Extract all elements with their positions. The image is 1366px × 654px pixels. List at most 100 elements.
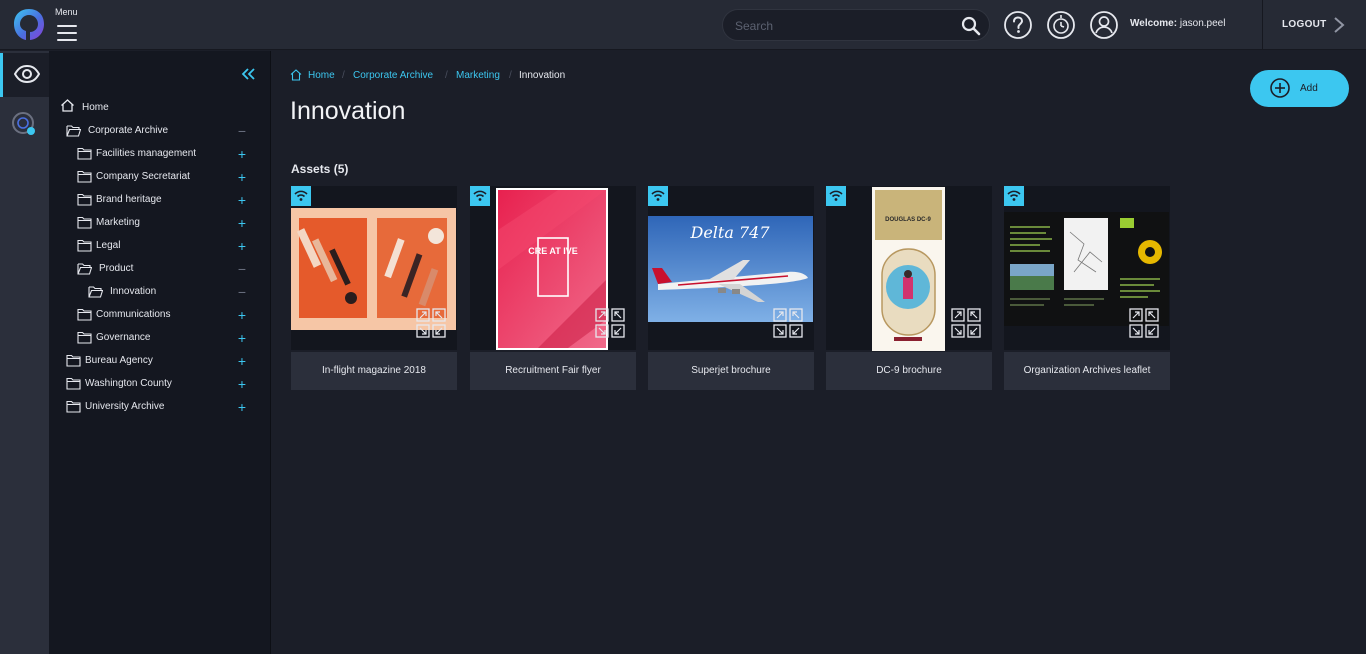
asset-title[interactable]: Superjet brochure — [648, 352, 814, 390]
expand-toggle[interactable]: + — [235, 147, 249, 161]
collapse-toggle[interactable]: − — [235, 124, 249, 138]
view-badge[interactable] — [648, 186, 668, 206]
add-button[interactable]: Add — [1250, 70, 1349, 107]
asset-title[interactable]: In-flight magazine 2018 — [291, 352, 457, 390]
tree-item-facilities-management[interactable]: Facilities management + — [49, 143, 271, 165]
asset-card[interactable]: Delta 747 Superjet brochure — [648, 186, 814, 390]
folder-open-icon — [77, 263, 92, 275]
icon-rail — [0, 51, 49, 654]
tree-item-bureau-agency[interactable]: Bureau Agency + — [49, 350, 271, 372]
tree-item-label: Legal — [96, 240, 121, 251]
breadcrumb-marketing[interactable]: Marketing — [456, 70, 500, 81]
asset-thumbnail[interactable]: DOUGLAS DC-9 — [872, 187, 945, 351]
tree-item-communications[interactable]: Communications + — [49, 304, 271, 326]
tree-item-label: Marketing — [96, 217, 140, 228]
logout-button[interactable]: LOGOUT — [1272, 0, 1362, 50]
wifi-icon — [651, 190, 665, 201]
breadcrumb-current: Innovation — [519, 70, 566, 81]
folder-open-icon — [66, 125, 81, 137]
expand-icon[interactable] — [416, 308, 446, 338]
asset-thumbnail-frame[interactable]: Delta 747 — [648, 186, 814, 350]
expand-toggle[interactable]: + — [235, 331, 249, 345]
add-label: Add — [1300, 83, 1318, 94]
search-icon[interactable] — [961, 16, 981, 36]
rail-item-browse[interactable] — [0, 53, 49, 97]
tree-item-label: Corporate Archive — [88, 125, 169, 136]
asset-card[interactable]: DOUGLAS DC-9 DC-9 brochure — [826, 186, 992, 390]
menu-button[interactable]: Menu — [55, 5, 95, 47]
folder-icon — [77, 331, 92, 344]
expand-toggle[interactable]: + — [235, 193, 249, 207]
tree-item-innovation[interactable]: Innovation − — [49, 281, 271, 303]
folder-icon — [66, 354, 81, 367]
tree-item-company-secretariat[interactable]: Company Secretariat + — [49, 166, 271, 188]
asset-card[interactable]: CRE AT IVE Recruitment Fair flyer — [470, 186, 636, 390]
app-logo-icon[interactable] — [12, 7, 46, 43]
asset-title[interactable]: DC-9 brochure — [826, 352, 992, 390]
collapse-toggle[interactable]: − — [235, 285, 249, 299]
expand-toggle[interactable]: + — [235, 400, 249, 414]
help-icon[interactable] — [1003, 10, 1033, 40]
view-badge[interactable] — [826, 186, 846, 206]
home-icon[interactable] — [290, 69, 302, 81]
wifi-icon — [294, 190, 308, 201]
folder-icon — [77, 239, 92, 252]
tree-item-washington-county[interactable]: Washington County + — [49, 373, 271, 395]
breadcrumb-home[interactable]: Home — [308, 70, 335, 81]
asset-thumbnail-frame[interactable] — [1004, 186, 1170, 350]
tree-item-label: Product — [99, 263, 134, 274]
wifi-icon — [1007, 190, 1021, 201]
expand-toggle[interactable]: + — [235, 354, 249, 368]
tree-item-brand-heritage[interactable]: Brand heritage + — [49, 189, 271, 211]
tree-item-product[interactable]: Product − — [49, 258, 271, 280]
expand-icon[interactable] — [1129, 308, 1159, 338]
tree-item-marketing[interactable]: Marketing + — [49, 212, 271, 234]
dc9-brochure-image: DOUGLAS DC-9 — [872, 187, 945, 351]
tree-item-legal[interactable]: Legal + — [49, 235, 271, 257]
collapse-sidebar-icon[interactable] — [239, 65, 257, 83]
expand-icon[interactable] — [951, 308, 981, 338]
asset-thumbnail-frame[interactable]: CRE AT IVE — [470, 186, 636, 350]
asset-thumbnail[interactable]: CRE AT IVE — [496, 188, 608, 350]
folder-icon — [77, 193, 92, 206]
expand-icon[interactable] — [773, 308, 803, 338]
breadcrumb-corporate-archive[interactable]: Corporate Archive — [353, 70, 433, 81]
folder-icon — [66, 377, 81, 390]
asset-thumbnail[interactable]: Delta 747 — [648, 216, 813, 322]
view-badge[interactable] — [1004, 186, 1024, 206]
expand-toggle[interactable]: + — [235, 216, 249, 230]
tree-item-label: Innovation — [110, 286, 157, 297]
username: jason.peel — [1179, 18, 1226, 29]
view-badge[interactable] — [470, 186, 490, 206]
view-badge[interactable] — [291, 186, 311, 206]
expand-toggle[interactable]: + — [235, 308, 249, 322]
delta-logo-text: Delta 747 — [689, 223, 770, 242]
tree-item-corporate-archive[interactable]: Corporate Archive − — [49, 120, 271, 142]
tree-item-university-archive[interactable]: University Archive + — [49, 396, 271, 418]
tree-item-governance[interactable]: Governance + — [49, 327, 271, 349]
folder-icon — [77, 308, 92, 321]
asset-card[interactable]: In-flight magazine 2018 — [291, 186, 457, 390]
asset-thumbnail-frame[interactable] — [291, 186, 457, 350]
wifi-icon — [473, 190, 487, 201]
asset-title[interactable]: Organization Archives leaflet — [1004, 352, 1170, 390]
search-input[interactable] — [735, 16, 950, 36]
expand-icon[interactable] — [595, 308, 625, 338]
asset-card[interactable]: Organization Archives leaflet — [1004, 186, 1170, 390]
user-avatar-icon[interactable] — [1089, 10, 1119, 40]
collapse-toggle[interactable]: − — [235, 262, 249, 276]
asset-thumbnail-frame[interactable]: DOUGLAS DC-9 — [826, 186, 992, 351]
menu-label: Menu — [55, 7, 78, 17]
asset-title[interactable]: Recruitment Fair flyer — [470, 352, 636, 390]
plus-circle-icon — [1270, 78, 1290, 98]
rail-item-search[interactable] — [0, 101, 49, 145]
expand-toggle[interactable]: + — [235, 170, 249, 184]
notifications-icon[interactable] — [1046, 10, 1076, 40]
expand-toggle[interactable]: + — [235, 377, 249, 391]
chevron-right-icon — [1334, 17, 1345, 33]
tree-item-label: Company Secretariat — [96, 171, 190, 182]
hamburger-icon — [57, 25, 77, 46]
expand-toggle[interactable]: + — [235, 239, 249, 253]
folder-icon — [77, 170, 92, 183]
tree-item-home[interactable]: Home — [49, 97, 271, 119]
